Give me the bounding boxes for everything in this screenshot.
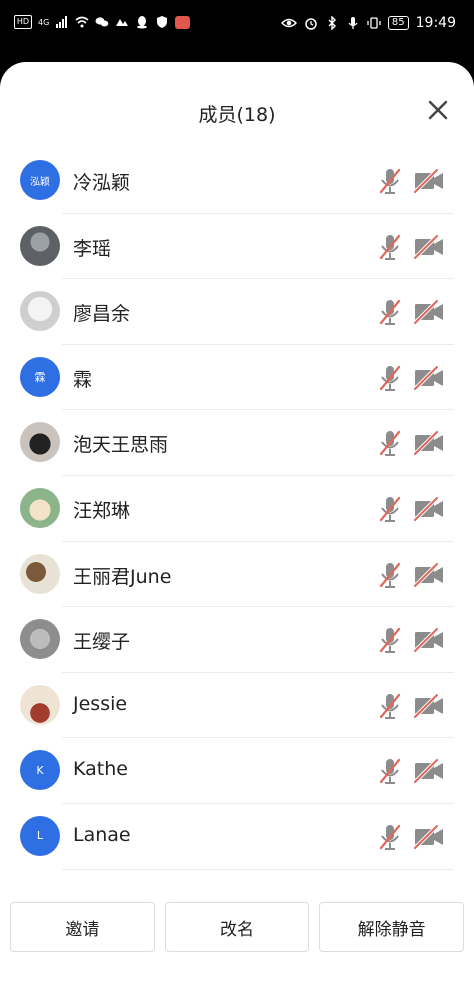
avatar — [20, 553, 60, 594]
member-row[interactable]: 王丽君June — [0, 542, 474, 608]
alarm-icon — [305, 18, 317, 30]
avatar: L — [20, 815, 60, 856]
camera-off-icon[interactable] — [413, 365, 445, 391]
member-row[interactable]: 霖霖 — [0, 345, 474, 411]
member-list: 泓颖 冷泓颖李瑶廖昌余霖霖泡天王思雨汪郑琳王丽君June 王缨子 Jessie K Kat… — [0, 148, 474, 870]
vibrate-icon — [367, 17, 381, 29]
avatar — [20, 684, 60, 725]
mic-muted-icon[interactable] — [378, 823, 402, 851]
bluetooth-icon — [328, 16, 336, 30]
avatar — [20, 422, 60, 463]
action-bar: 邀请 改名 解除静音 — [10, 902, 465, 952]
status-bar: HD 4G 85 19:49 — [0, 0, 474, 50]
avatar — [20, 619, 60, 660]
member-name: 王缨子 — [73, 631, 131, 654]
camera-off-icon[interactable] — [413, 824, 445, 850]
member-row[interactable]: K Kathe — [0, 738, 474, 804]
member-row[interactable]: 廖昌余 — [0, 279, 474, 345]
camera-off-icon[interactable] — [413, 496, 445, 522]
wifi-icon — [75, 16, 89, 28]
avatar: 泓颖 — [20, 160, 60, 200]
member-row[interactable]: 泡天王思雨 — [0, 410, 474, 476]
mic-muted-icon[interactable] — [378, 561, 402, 589]
mic-muted-icon[interactable] — [378, 429, 402, 457]
app-red-icon — [175, 15, 191, 29]
member-name: 廖昌余 — [73, 303, 131, 326]
member-name: Kathe — [73, 758, 128, 781]
mic-muted-icon[interactable] — [378, 757, 402, 785]
avatar: K — [20, 750, 60, 791]
camera-off-icon[interactable] — [413, 430, 445, 456]
members-panel: 成员(18) 泓颖 冷泓颖李瑶廖昌余霖霖泡天王思雨汪郑琳王丽君June 王缨子 Jes… — [0, 62, 474, 1000]
member-name: 王丽君June — [73, 565, 172, 588]
camera-off-icon[interactable] — [413, 627, 445, 653]
invite-button[interactable]: 邀请 — [10, 902, 155, 952]
mic-muted-icon[interactable] — [378, 495, 402, 523]
camera-off-icon[interactable] — [413, 234, 445, 260]
member-row[interactable]: 泓颖 冷泓颖 — [0, 148, 474, 214]
avatar — [20, 487, 60, 528]
mic-muted-icon[interactable] — [378, 626, 402, 654]
member-name: Jessie — [73, 692, 128, 715]
member-name: Lanae — [73, 823, 131, 846]
hd-indicator: HD — [14, 15, 32, 29]
member-row[interactable]: L Lanae — [0, 804, 474, 870]
camera-off-icon[interactable] — [413, 693, 445, 719]
wechat-icon — [95, 17, 109, 27]
signal-icon — [56, 16, 68, 28]
member-row[interactable]: 李瑶 — [0, 214, 474, 280]
close-icon[interactable] — [426, 98, 450, 122]
rename-button[interactable]: 改名 — [164, 902, 310, 952]
member-name: 冷泓颖 — [73, 172, 131, 194]
member-row[interactable]: Jessie — [0, 673, 474, 739]
camera-off-icon[interactable] — [413, 299, 445, 325]
camera-off-icon[interactable] — [413, 562, 445, 588]
battery-indicator: 85 — [387, 16, 409, 30]
mic-muted-icon[interactable] — [378, 364, 402, 392]
member-name: 霖 — [73, 368, 93, 391]
eye-icon — [280, 18, 297, 28]
camera-off-icon[interactable] — [413, 758, 445, 784]
mic-muted-icon[interactable] — [378, 233, 402, 261]
mic-status-icon — [348, 17, 358, 29]
avatar: 霖 — [20, 356, 60, 397]
member-name: 李瑶 — [73, 237, 112, 260]
signal-label: 4G — [38, 17, 50, 27]
mic-muted-icon[interactable] — [378, 692, 402, 720]
panel-title: 成员(18) — [198, 104, 276, 126]
unmute-all-button[interactable]: 解除静音 — [319, 902, 465, 952]
mic-muted-icon[interactable] — [378, 298, 402, 326]
member-row[interactable]: 汪郑琳 — [0, 476, 474, 542]
avatar — [20, 225, 60, 266]
avatar — [20, 291, 60, 332]
clock: 19:49 — [415, 15, 456, 31]
app-icon — [116, 19, 129, 26]
qq-icon — [137, 16, 148, 29]
member-name: 泡天王思雨 — [73, 434, 169, 457]
shield-icon — [157, 16, 168, 28]
row-divider — [62, 868, 454, 870]
member-row[interactable]: 王缨子 — [0, 607, 474, 673]
camera-off-icon[interactable] — [413, 168, 445, 194]
mic-muted-icon[interactable] — [378, 167, 402, 195]
member-name: 汪郑琳 — [73, 499, 131, 522]
